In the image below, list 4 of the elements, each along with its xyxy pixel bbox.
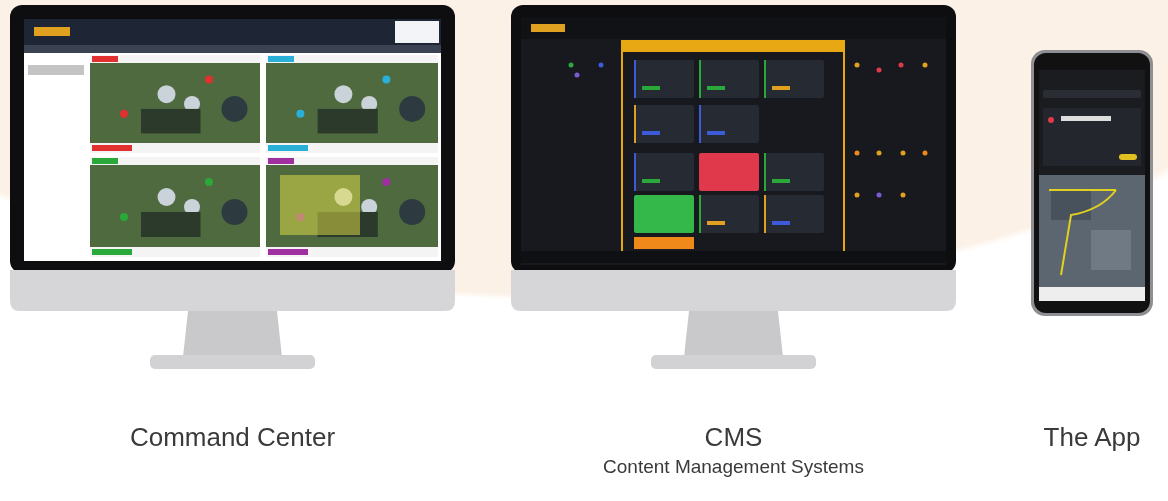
product-title: The App: [1043, 422, 1141, 452]
product-title: CMS: [704, 422, 763, 452]
product-subtitle: Content Management Systems: [603, 456, 864, 478]
product-title: Command Center: [129, 422, 336, 452]
